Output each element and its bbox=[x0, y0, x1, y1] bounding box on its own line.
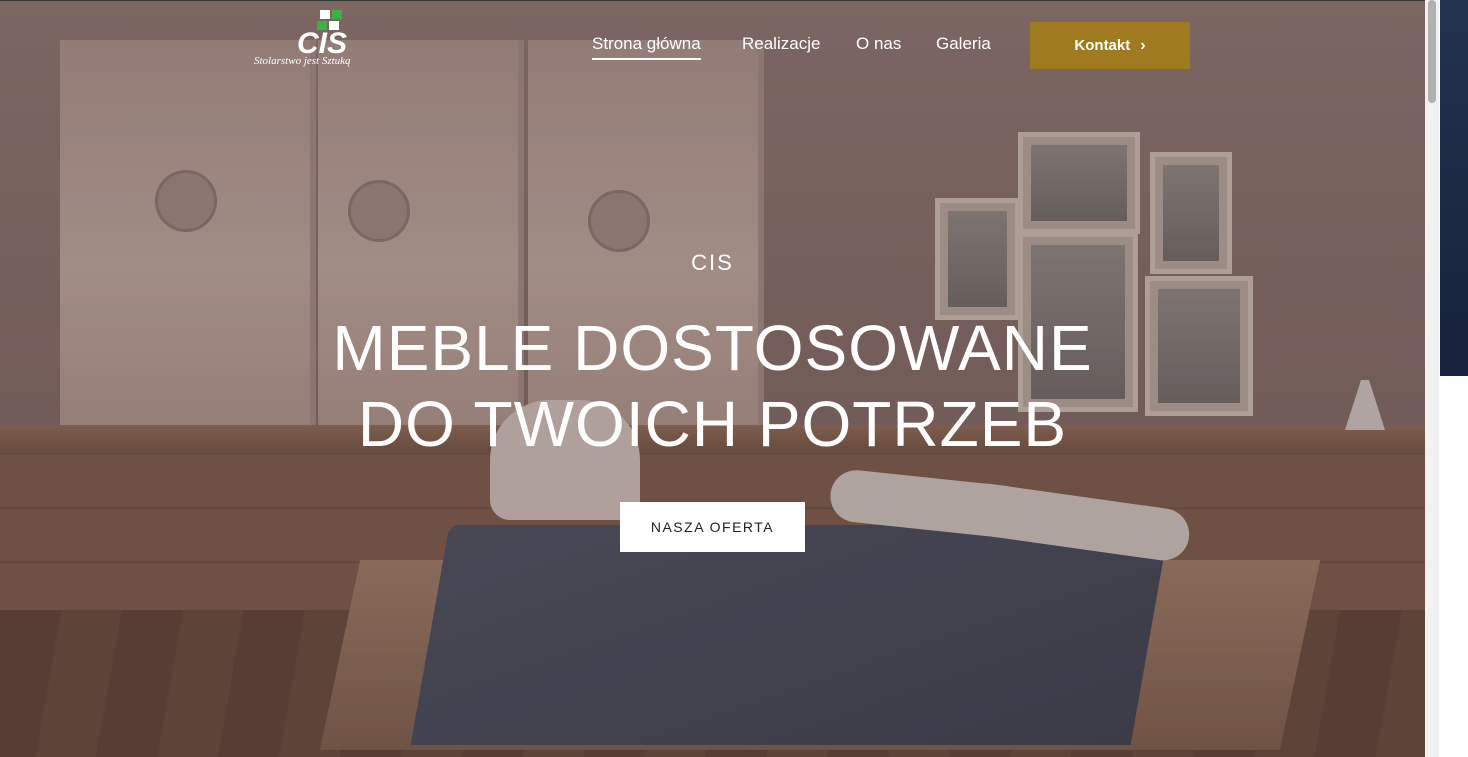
nav-item-home[interactable]: Strona główna bbox=[592, 34, 701, 60]
hero-headline: MEBLE DOSTOSOWANE DO TWOICH POTRZEB bbox=[0, 310, 1425, 462]
hero-headline-line2: DO TWOICH POTRZEB bbox=[357, 388, 1068, 460]
contact-button-label: Kontakt bbox=[1074, 37, 1131, 54]
logo-icon: CIS bbox=[297, 10, 347, 56]
nav-item-about[interactable]: O nas bbox=[856, 34, 901, 54]
hero-headline-line1: MEBLE DOSTOSOWANE bbox=[332, 312, 1093, 384]
side-image-strip bbox=[1440, 0, 1468, 376]
chevron-right-icon: › bbox=[1140, 36, 1146, 54]
nav-item-realizations[interactable]: Realizacje bbox=[742, 34, 820, 54]
top-border bbox=[0, 0, 1425, 1]
offer-button[interactable]: NASZA OFERTA bbox=[620, 502, 805, 552]
scrollbar-thumb[interactable] bbox=[1428, 0, 1436, 103]
nav-item-gallery[interactable]: Galeria bbox=[936, 34, 991, 54]
hero-eyebrow: CIS bbox=[691, 250, 734, 275]
logo[interactable]: CIS Stolarstwo jest Sztuką bbox=[252, 8, 372, 70]
side-blank bbox=[1440, 376, 1468, 757]
logo-text: CIS bbox=[297, 27, 347, 56]
contact-button[interactable]: Kontakt › bbox=[1030, 22, 1190, 69]
logo-tagline: Stolarstwo jest Sztuką bbox=[254, 55, 351, 67]
scrollbar[interactable] bbox=[1425, 0, 1439, 757]
